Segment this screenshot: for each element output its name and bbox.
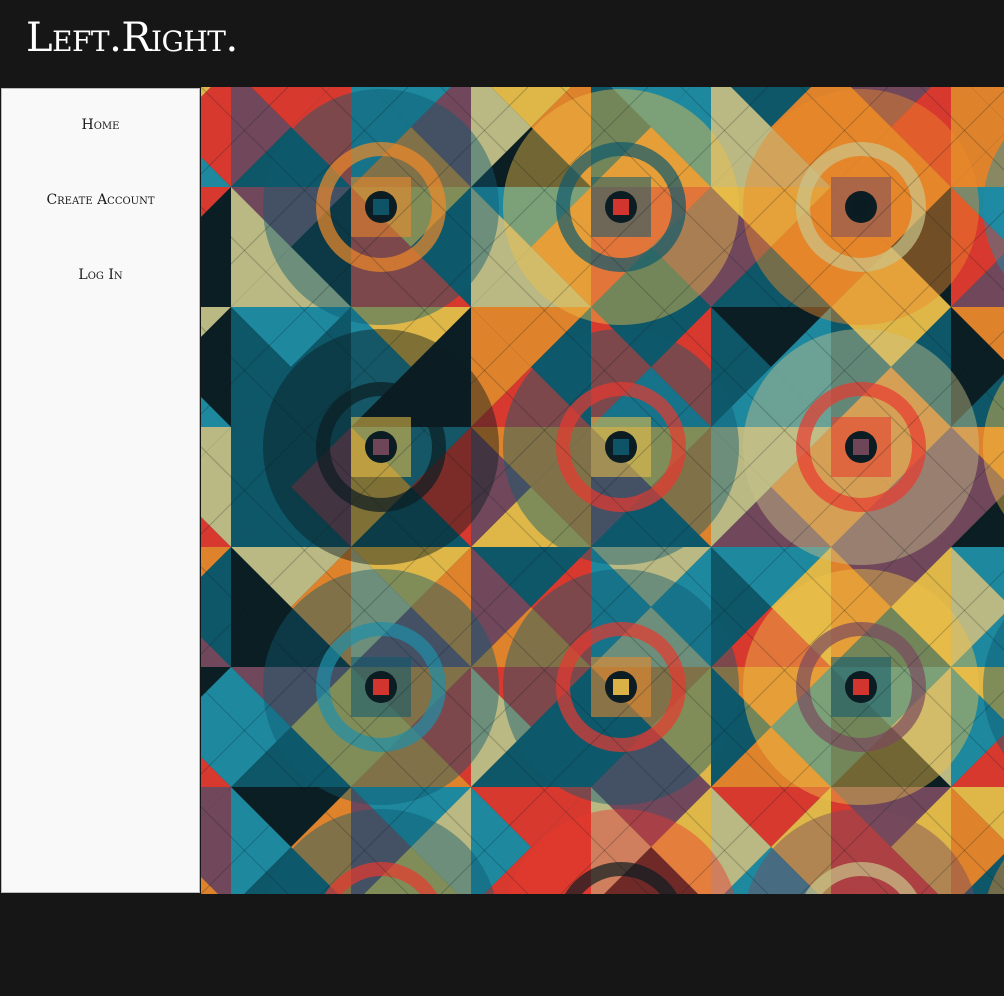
site-footer bbox=[0, 894, 1004, 996]
site-header: Left.Right. bbox=[0, 0, 1004, 87]
nav-item-create-account[interactable]: Create Account bbox=[2, 192, 199, 208]
brand-logo[interactable]: Left.Right. bbox=[26, 14, 238, 62]
sidebar-nav: Home Create Account Log In bbox=[1, 88, 200, 893]
geometric-pattern-image bbox=[201, 87, 1004, 894]
geometric-pattern-svg bbox=[201, 87, 1004, 894]
nav-item-home[interactable]: Home bbox=[2, 117, 199, 133]
nav-item-log-in[interactable]: Log In bbox=[2, 267, 199, 283]
